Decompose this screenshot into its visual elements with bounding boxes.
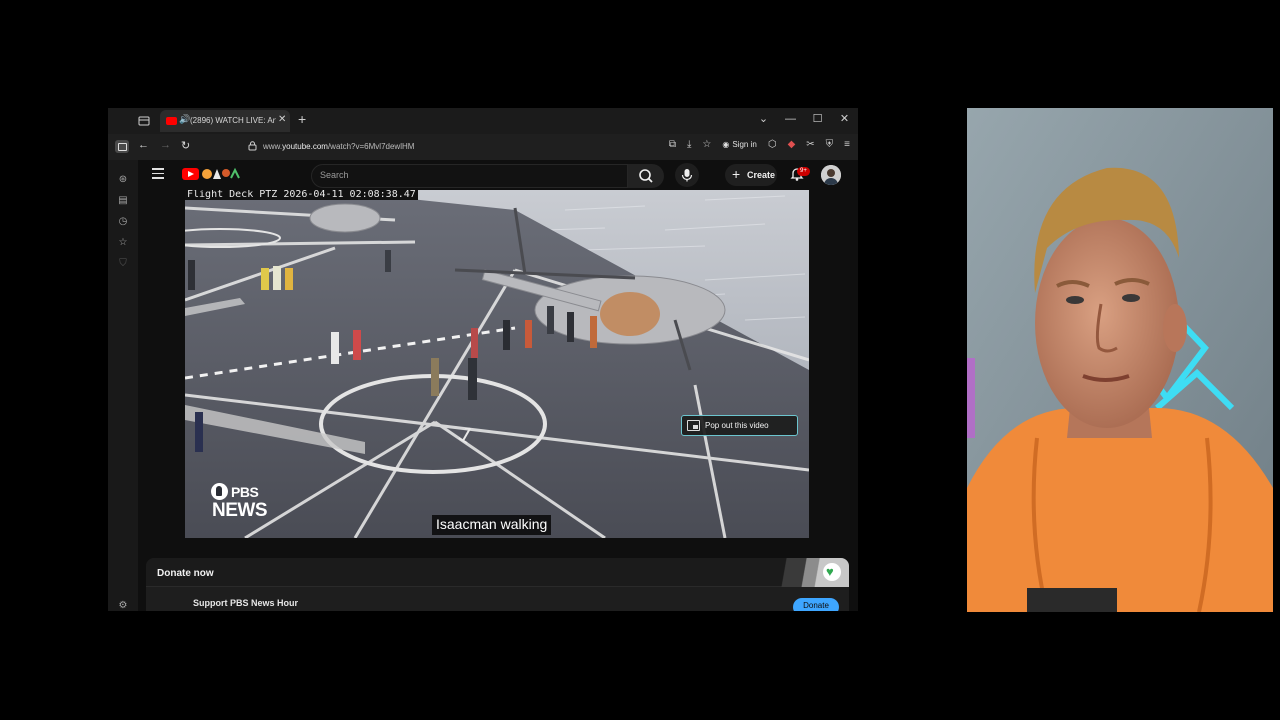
- create-label: Create: [747, 170, 776, 180]
- camera-overlay-timestamp: Flight Deck PTZ 2026-04-11 02:08:38.47: [185, 190, 418, 200]
- tab-title: (2896) WATCH LIVE: Artemis: [190, 116, 276, 125]
- download-icon[interactable]: ⤓: [687, 139, 691, 150]
- youtube-doodle-logo[interactable]: [201, 167, 243, 181]
- screenshot-icon[interactable]: ✂: [806, 139, 814, 150]
- avatar[interactable]: [821, 165, 841, 185]
- microphone-icon: [681, 169, 693, 182]
- forward-arrow-icon[interactable]: →: [160, 139, 171, 151]
- sign-in-label: Sign in: [732, 140, 757, 149]
- youtube-logo-icon[interactable]: [182, 168, 199, 180]
- account-icon: ◉: [722, 140, 730, 149]
- maximize-icon[interactable]: ☐: [810, 112, 825, 125]
- url-prefix: www.: [263, 142, 283, 151]
- donate-button[interactable]: Donate: [793, 598, 839, 611]
- sign-in-button[interactable]: ◉ Sign in: [722, 140, 756, 149]
- window-controls: ⌄ — ☐ ✕: [756, 112, 852, 126]
- toolbar-actions: ⧉ ⤓ ☆ ◉ Sign in ⬡ ◆ ✂ ⛨ ≡: [669, 139, 850, 150]
- plus-icon: +: [732, 166, 741, 182]
- youtube-page: + Create 9+: [138, 160, 858, 611]
- search-button[interactable]: [628, 164, 664, 188]
- url-host: youtube.com: [282, 142, 328, 151]
- minimize-icon[interactable]: —: [783, 113, 798, 125]
- pbs-head-icon: [211, 483, 228, 500]
- shield-icon[interactable]: ⛉: [117, 258, 129, 270]
- avatar-image: [821, 165, 841, 185]
- browser-window: 🔊 (2896) WATCH LIVE: Artemis ✕ + ⌄ — ☐ ✕…: [108, 108, 858, 611]
- url-field[interactable]: www.youtube.com/watch?v=6Mvl7dewlHM: [263, 142, 414, 151]
- youtube-favicon-icon: [166, 117, 177, 125]
- reload-icon[interactable]: ↻: [181, 139, 190, 152]
- extensions-icon[interactable]: ⬡: [768, 139, 777, 150]
- voice-search-button[interactable]: [675, 163, 699, 187]
- pbs-logo-top: PBS: [231, 484, 259, 500]
- extension-badge-icon[interactable]: ◆: [788, 139, 796, 150]
- pip-icon[interactable]: ⧉: [669, 139, 676, 150]
- reading-list-icon[interactable]: ▤: [117, 195, 129, 207]
- pop-out-video-button[interactable]: Pop out this video: [681, 415, 798, 436]
- pbs-logo-bottom: NEWS: [212, 500, 268, 521]
- notification-count-badge: 9+: [797, 167, 810, 176]
- new-tab-button[interactable]: +: [298, 111, 306, 127]
- tab-groups-icon[interactable]: [138, 115, 150, 126]
- sidebar-toggle-icon[interactable]: [115, 140, 129, 153]
- tab-youtube-live[interactable]: 🔊 (2896) WATCH LIVE: Artemis ✕: [160, 110, 290, 132]
- pop-out-icon: [687, 420, 700, 431]
- site-info-icon[interactable]: [248, 141, 257, 151]
- youtube-masthead: + Create 9+: [138, 160, 858, 190]
- address-toolbar: ← → ↻ www.youtube.com/watch?v=6Mvl7dewlH…: [108, 134, 858, 160]
- back-arrow-icon[interactable]: ←: [138, 139, 149, 151]
- support-text: Support PBS News Hour: [193, 598, 299, 608]
- pbs-news-logo: PBS NEWS: [211, 482, 271, 521]
- close-window-icon[interactable]: ✕: [837, 112, 852, 125]
- browser-sidebar: ⊛ ▤ ◷ ☆ ⛉ ⚙: [108, 160, 138, 611]
- donate-header: Donate now: [146, 558, 849, 587]
- hamburger-menu-icon[interactable]: [152, 168, 164, 179]
- closed-caption: Isaacman walking: [432, 515, 552, 535]
- ai-assistant-icon[interactable]: ⊛: [117, 174, 129, 186]
- search-box: [311, 164, 628, 188]
- search-icon: [639, 169, 653, 183]
- search-input[interactable]: [320, 170, 610, 180]
- url-path: /watch?v=6Mvl7dewlHM: [327, 142, 415, 151]
- menu-icon[interactable]: ≡: [844, 139, 850, 150]
- bookmark-star-icon[interactable]: ☆: [702, 139, 711, 150]
- tab-bar: 🔊 (2896) WATCH LIVE: Artemis ✕ + ⌄ — ☐ ✕: [108, 108, 858, 134]
- pop-out-label: Pop out this video: [705, 421, 769, 430]
- heart-icon: [823, 563, 841, 581]
- tab-list-chevron-icon[interactable]: ⌄: [756, 112, 771, 125]
- create-button[interactable]: + Create: [725, 164, 777, 186]
- video-frame-flight-deck: 1: [185, 190, 809, 538]
- video-player[interactable]: 1 Flight Deck PTZ 2026-04-11 02:08:38.47…: [185, 190, 809, 538]
- settings-gear-icon[interactable]: ⚙: [117, 600, 129, 611]
- donate-card: Donate now Support PBS News Hour Donate: [146, 558, 849, 611]
- donate-title: Donate now: [157, 568, 214, 579]
- streamer-webcam-image: [967, 108, 1273, 612]
- history-icon[interactable]: ◷: [117, 216, 129, 228]
- vpn-icon[interactable]: ⛨: [826, 139, 834, 150]
- speaker-icon[interactable]: 🔊: [179, 114, 190, 125]
- bookmarks-icon[interactable]: ☆: [117, 237, 129, 249]
- tab-close-icon[interactable]: ✕: [278, 114, 286, 125]
- webcam-feed: [967, 108, 1273, 612]
